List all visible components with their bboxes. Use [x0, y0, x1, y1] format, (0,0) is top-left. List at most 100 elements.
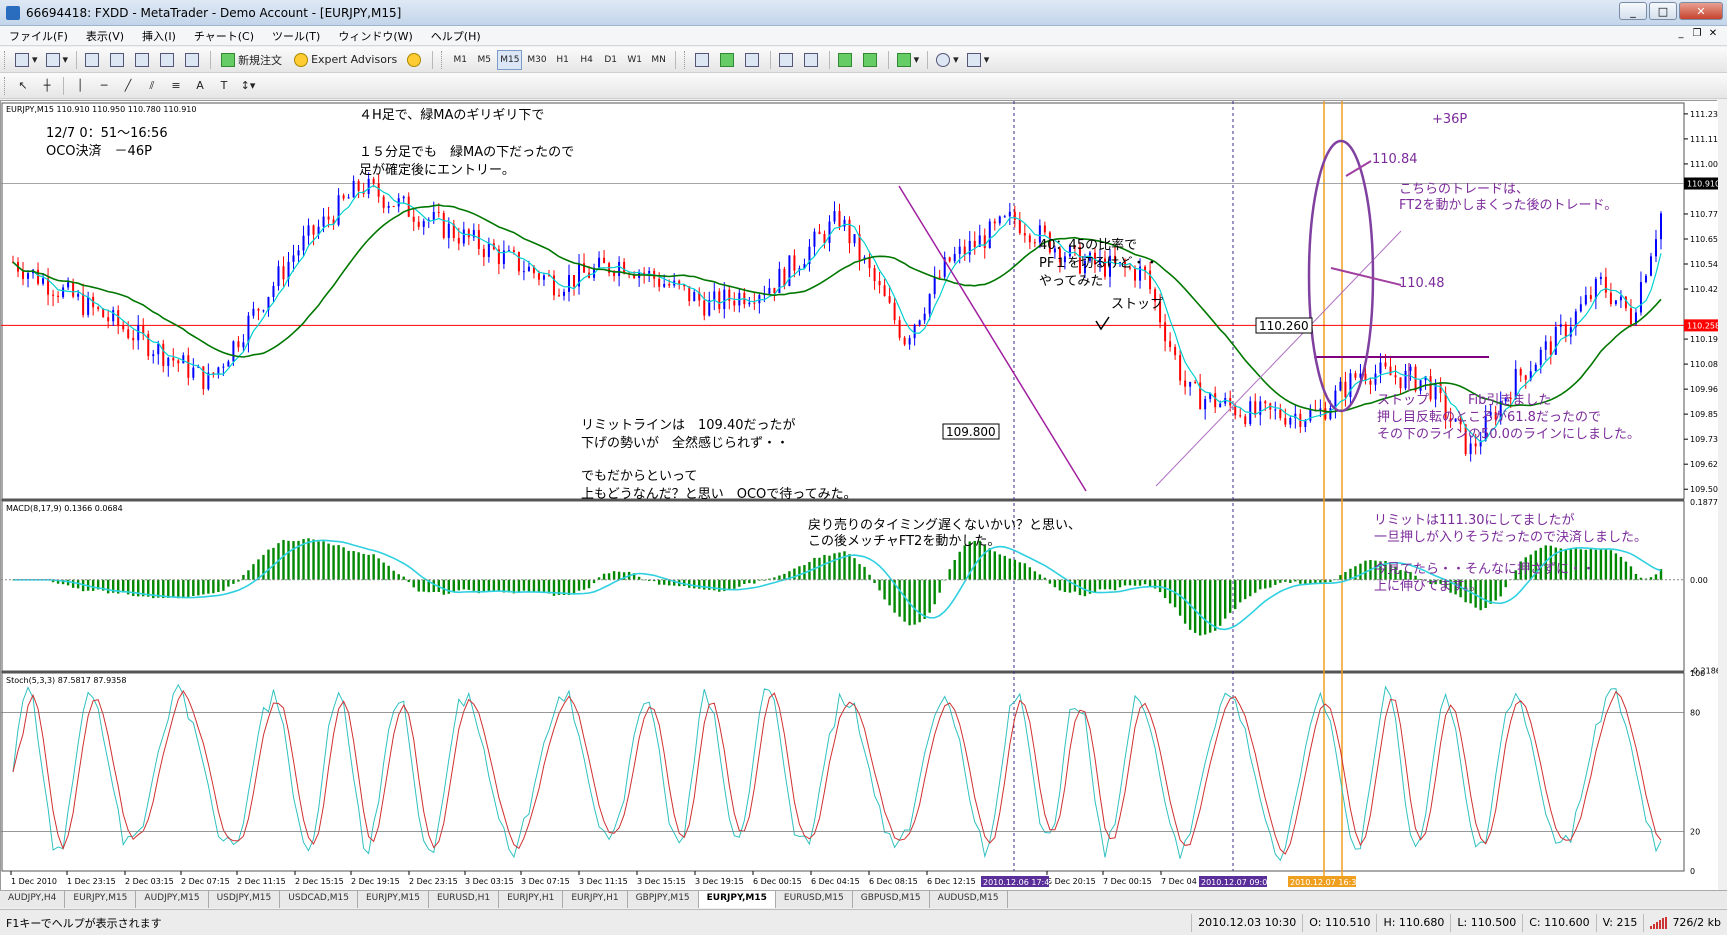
timeframe-d1[interactable]: D1: [600, 50, 622, 70]
expert-advisors-label: Expert Advisors: [311, 53, 398, 66]
macd-bar: [522, 579, 526, 591]
chart-tab[interactable]: USDCAD,M15: [280, 891, 358, 908]
data-window-button[interactable]: [107, 50, 130, 70]
chart-tab[interactable]: AUDUSD,M15: [930, 891, 1008, 908]
candle-body: [1164, 322, 1167, 342]
cursor-tool[interactable]: ↖: [12, 76, 34, 96]
market-watch-button[interactable]: [82, 50, 105, 70]
macd-bar: [482, 579, 486, 592]
time-tick-label: 7 Dec 04: [1161, 877, 1197, 886]
candle-body: [172, 357, 175, 361]
tester-button[interactable]: [182, 50, 205, 70]
chart-tab[interactable]: AUDJPY,M15: [136, 891, 209, 908]
candle-body: [1169, 341, 1172, 348]
chart-tab[interactable]: EURJPY,H1: [563, 891, 628, 908]
candle-body: [422, 221, 425, 227]
crosshair-tool[interactable]: ┼: [36, 76, 58, 96]
chart-window[interactable]: 109.800 110.260 111.230 111.115 111.000 110.7…: [0, 100, 1718, 891]
annotation-text: OCO決済 －46P: [46, 143, 152, 159]
price-tick-label: 110.080: [1690, 360, 1718, 369]
chart-tab[interactable]: EURJPY,M15: [358, 891, 429, 908]
line-chart-button[interactable]: [742, 50, 765, 70]
timeframe-mn[interactable]: MN: [648, 50, 670, 70]
timeframe-m30[interactable]: M30: [524, 50, 549, 70]
zoom-out-button[interactable]: [801, 50, 824, 70]
timeframe-h4[interactable]: H4: [576, 50, 598, 70]
new-chart-button[interactable]: ▾: [12, 50, 41, 70]
candlestick-button[interactable]: [717, 50, 740, 70]
alert-button[interactable]: [404, 50, 427, 70]
chart-tab[interactable]: EURUSD,H1: [429, 891, 500, 908]
new-order-button[interactable]: 新規注文: [216, 50, 287, 70]
macd-bar: [187, 579, 190, 598]
chart-tab[interactable]: EURJPY,M15: [65, 891, 137, 908]
fibonacci-tool[interactable]: ≡: [165, 76, 187, 96]
candle-body: [1614, 300, 1617, 305]
periods-button[interactable]: ▾: [933, 50, 962, 70]
timeframe-w1[interactable]: W1: [624, 50, 646, 70]
stop-price-label: 110.260: [1259, 319, 1309, 333]
channel-tool[interactable]: ⫽: [141, 76, 163, 96]
mdi-restore-icon[interactable]: ❐: [1689, 28, 1705, 42]
menu-tools[interactable]: ツール(T): [263, 28, 329, 44]
menu-help[interactable]: ヘルプ(H): [422, 28, 490, 44]
horizontal-line-tool[interactable]: ─: [93, 76, 115, 96]
templates-button[interactable]: ▾: [964, 50, 993, 70]
macd-bar: [1654, 574, 1658, 580]
timeframe-m15[interactable]: M15: [497, 49, 523, 70]
profiles-button[interactable]: ▾: [43, 50, 72, 70]
auto-scroll-button[interactable]: [835, 50, 858, 70]
macd-bar: [312, 539, 315, 580]
bar-chart-button[interactable]: [692, 50, 715, 70]
macd-bar: [91, 579, 95, 591]
chart-tab[interactable]: GBPJPY,M15: [628, 891, 699, 908]
chart-tab[interactable]: EURUSD,M15: [776, 891, 853, 908]
menu-insert[interactable]: 挿入(I): [133, 28, 185, 44]
menu-chart[interactable]: チャート(C): [185, 28, 263, 44]
candle-body: [247, 315, 250, 343]
arrows-tool[interactable]: ↕▾: [237, 76, 259, 96]
chart-tab[interactable]: AUDJPY,H4: [0, 891, 66, 908]
mdi-close-icon[interactable]: ✕: [1705, 28, 1721, 42]
chart-canvas[interactable]: 109.800 110.260 111.230 111.115 111.000 110.7…: [1, 101, 1718, 891]
timeframe-h1[interactable]: H1: [552, 50, 574, 70]
timeframe-m5[interactable]: M5: [473, 50, 495, 70]
candle-body: [688, 286, 691, 302]
menu-file[interactable]: ファイル(F): [0, 28, 77, 44]
chart-tab[interactable]: EURJPY,M15: [698, 891, 776, 908]
candle-body: [1259, 401, 1262, 415]
macd-bar: [322, 541, 325, 580]
close-button[interactable]: ✕: [1679, 2, 1723, 20]
navigator-button[interactable]: [132, 50, 155, 70]
candle-body: [1043, 225, 1046, 233]
macd-bar: [1138, 579, 1142, 586]
candle-body: [282, 266, 285, 280]
menu-view[interactable]: 表示(V): [77, 28, 133, 44]
mdi-minimize-icon[interactable]: _: [1673, 28, 1689, 42]
macd-bar: [743, 579, 746, 584]
candle-body: [187, 355, 190, 378]
label-tool[interactable]: T: [213, 76, 235, 96]
stoch-tick-label: 0: [1690, 867, 1695, 876]
chart-shift-button[interactable]: [860, 50, 883, 70]
candle-body: [958, 246, 961, 254]
macd-bar: [903, 579, 906, 622]
chart-tab[interactable]: USDJPY,M15: [209, 891, 281, 908]
trendline-tool[interactable]: ╱: [117, 76, 139, 96]
text-tool[interactable]: A: [189, 76, 211, 96]
annotation-text: 上に伸びてます。。: [1374, 579, 1483, 594]
chart-tab[interactable]: EURJPY,H1: [499, 891, 564, 908]
minimize-button[interactable]: _: [1619, 2, 1647, 20]
candle-body: [1534, 364, 1537, 372]
price-tick-label: 110.195: [1690, 335, 1718, 344]
menu-window[interactable]: ウィンドウ(W): [329, 28, 421, 44]
vertical-line-tool[interactable]: │: [69, 76, 91, 96]
expert-advisors-button[interactable]: Expert Advisors: [289, 50, 402, 70]
metatrader-icon: [6, 5, 20, 20]
timeframe-m1[interactable]: M1: [449, 50, 471, 70]
indicators-button[interactable]: ▾: [894, 50, 923, 70]
terminal-button[interactable]: [157, 50, 180, 70]
chart-tab[interactable]: GBPUSD,M15: [853, 891, 930, 908]
zoom-in-button[interactable]: [776, 50, 799, 70]
maximize-button[interactable]: □: [1649, 2, 1677, 20]
